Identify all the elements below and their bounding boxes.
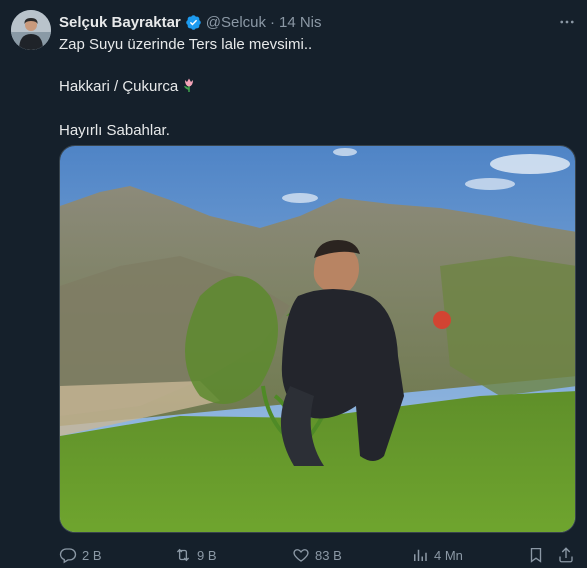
- views-button[interactable]: 4 Mn: [411, 544, 463, 566]
- share-button[interactable]: [557, 544, 575, 566]
- author-handle[interactable]: @Selcuk: [206, 14, 266, 31]
- like-count: 83 B: [315, 547, 342, 563]
- like-button[interactable]: 83 B: [292, 544, 342, 566]
- post-line-1: Zap Suyu üzerinde Ters lale mevsimi..: [59, 36, 313, 53]
- views-chart-icon: [414, 549, 427, 561]
- views-count: 4 Mn: [434, 547, 463, 563]
- post-photo[interactable]: [59, 145, 576, 533]
- tweet-header: Selçuk Bayraktar @Selcuk · 14 Nis: [59, 12, 577, 32]
- more-options-icon[interactable]: [557, 12, 577, 32]
- post-line-2: Hakkari / Çukurca: [59, 77, 559, 99]
- heart-icon: [293, 549, 309, 562]
- action-bar: 2 B 9 B 83 B 4 Mn: [59, 544, 579, 566]
- post-date[interactable]: 14 Nis: [279, 14, 322, 31]
- post-line-3: Hayırlı Sabahlar.: [59, 122, 170, 139]
- author-name[interactable]: Selçuk Bayraktar: [59, 14, 181, 31]
- repost-button[interactable]: 9 B: [174, 544, 217, 566]
- separator-dot: ·: [270, 13, 275, 31]
- bookmark-icon: [530, 547, 542, 563]
- repost-count: 9 B: [197, 547, 217, 563]
- reply-icon: [59, 548, 77, 564]
- verified-badge-icon[interactable]: [185, 14, 202, 31]
- repost-icon: [176, 548, 190, 562]
- reply-button[interactable]: 2 B: [59, 544, 102, 566]
- tweet[interactable]: Selçuk Bayraktar @Selcuk · 14 Nis Zap Su…: [0, 0, 587, 568]
- post-line-2-text: Hakkari / Çukurca: [59, 78, 179, 95]
- reply-count: 2 B: [82, 547, 102, 563]
- post-text: Zap Suyu üzerinde Ters lale mevsimi.. Ha…: [59, 35, 559, 141]
- tulip-emoji-icon: [181, 77, 197, 99]
- bookmark-button[interactable]: [527, 544, 545, 566]
- share-icon: [559, 547, 573, 563]
- avatar[interactable]: [11, 10, 51, 50]
